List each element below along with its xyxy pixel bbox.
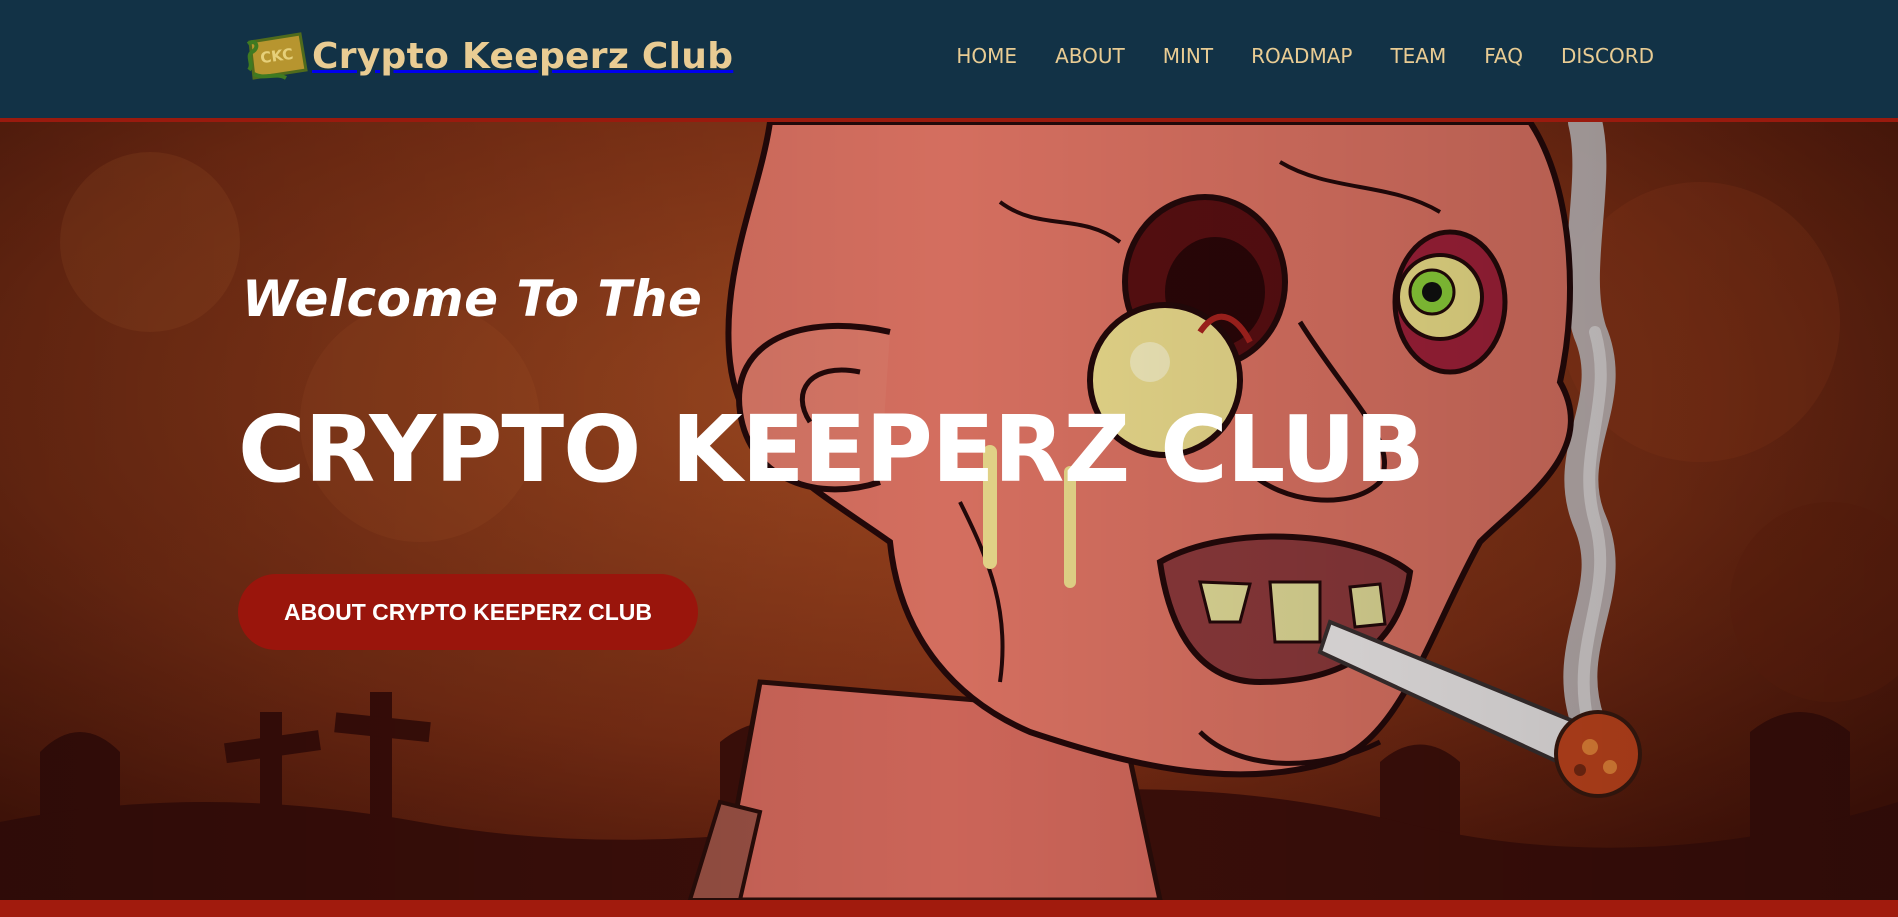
nav-team[interactable]: TEAM	[1390, 44, 1446, 68]
nav-roadmap[interactable]: ROADMAP	[1251, 44, 1352, 68]
hero-section: Welcome To The CRYPTO KEEPERZ CLUB ABOUT…	[0, 122, 1898, 900]
nav-faq[interactable]: FAQ	[1484, 44, 1523, 68]
brand-name: Crypto Keeperz Club	[312, 35, 734, 77]
main-nav: HOME ABOUT MINT ROADMAP TEAM FAQ DISCORD	[956, 44, 1654, 68]
ckc-logo-icon: CKC	[246, 32, 308, 80]
hero-welcome-text: Welcome To The	[242, 270, 703, 328]
nav-about[interactable]: ABOUT	[1055, 44, 1125, 68]
hero-text: Welcome To The CRYPTO KEEPERZ CLUB ABOUT…	[238, 122, 1438, 900]
footer-accent-bar	[0, 900, 1898, 917]
nav-discord[interactable]: DISCORD	[1561, 44, 1654, 68]
nav-mint[interactable]: MINT	[1163, 44, 1213, 68]
nav-home[interactable]: HOME	[956, 44, 1017, 68]
brand-link[interactable]: CKC Crypto Keeperz Club	[246, 30, 733, 82]
about-cta-button[interactable]: ABOUT CRYPTO KEEPERZ CLUB	[238, 574, 698, 650]
site-header: CKC Crypto Keeperz Club HOME ABOUT MINT …	[0, 0, 1898, 122]
hero-title: CRYPTO KEEPERZ CLUB	[238, 396, 1425, 503]
